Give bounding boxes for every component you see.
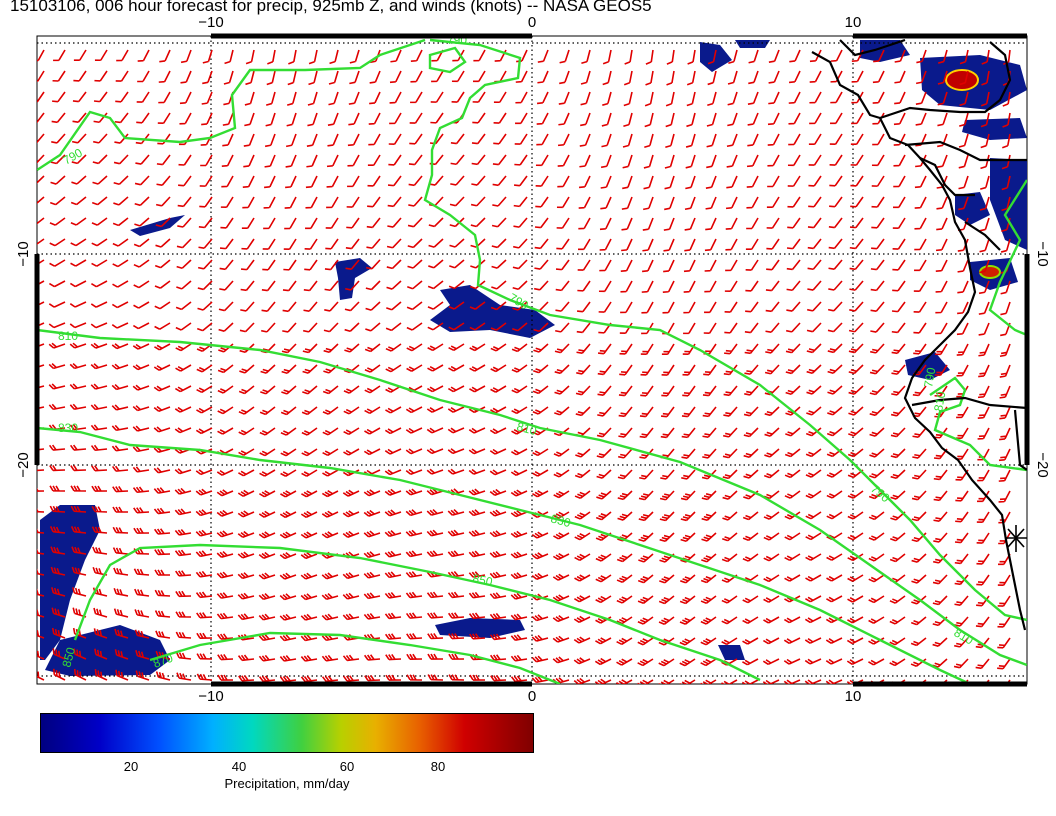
lat-tick-label: −10 [1034, 241, 1051, 266]
contour-label: 810 [58, 329, 78, 343]
precip-colorbar [40, 713, 534, 753]
lon-tick-label: 10 [845, 14, 862, 31]
lon-tick-label: 10 [845, 688, 862, 705]
colorbar-tick: 20 [123, 759, 139, 774]
lon-tick-label: 0 [528, 14, 536, 31]
lat-tick-label: −10 [15, 241, 32, 266]
colorbar-tick: 60 [339, 759, 355, 774]
precip-max-core [945, 69, 979, 91]
contour-label: 830 [58, 421, 78, 435]
lon-tick-label: −10 [198, 688, 223, 705]
forecast-map: 790 790 790 790 790 810 810 810 810 830 … [15, 14, 1051, 705]
precip-blob [735, 40, 770, 48]
colorbar-tick: 80 [430, 759, 446, 774]
lon-tick-label: 0 [528, 688, 536, 705]
colorbar-tick: 40 [231, 759, 247, 774]
lon-tick-label: −10 [198, 14, 223, 31]
lat-tick-label: −20 [1034, 452, 1051, 477]
colorbar-title: Precipitation, mm/day [224, 776, 350, 791]
lat-tick-label: −20 [15, 452, 32, 477]
